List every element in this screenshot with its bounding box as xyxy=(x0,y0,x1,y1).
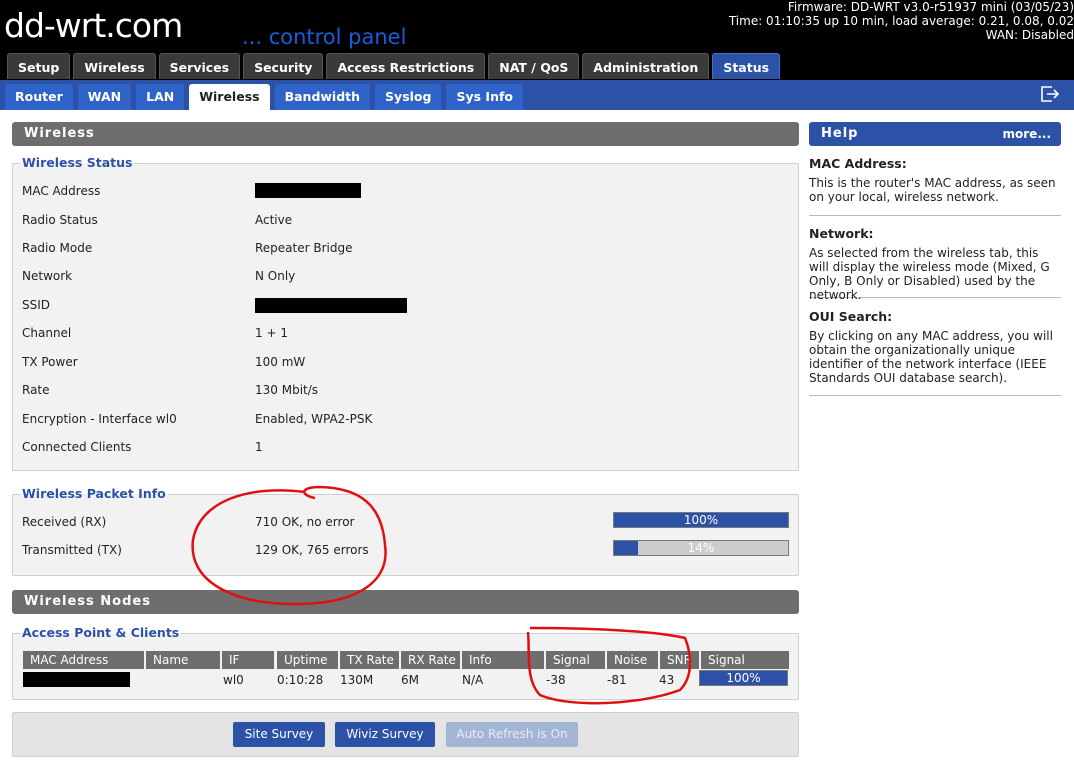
col-tx-rate[interactable]: TX Rate xyxy=(340,651,399,669)
logout-icon[interactable] xyxy=(1040,85,1060,103)
row-label-tx-power: TX Power xyxy=(22,355,78,369)
firmware-text: Firmware: DD-WRT v3.0-r51937 mini (03/05… xyxy=(787,0,1074,14)
row-value-network: N Only xyxy=(255,269,296,283)
router-info: Firmware: DD-WRT v3.0-r51937 mini (03/05… xyxy=(729,0,1074,42)
row-label-rate: Rate xyxy=(22,383,50,397)
subtab-wireless[interactable]: Wireless xyxy=(189,84,270,110)
wireless-nodes-header: Wireless Nodes xyxy=(12,590,799,614)
help-network-text: As selected from the wireless tab, this … xyxy=(809,246,1050,302)
main-tabs: Setup Wireless Services Security Access … xyxy=(7,53,783,80)
subtab-router[interactable]: Router xyxy=(5,84,73,110)
help-network-heading: Network: xyxy=(809,226,874,241)
signal-quality-bar: 100% xyxy=(699,670,788,686)
tx-progress-text: 14% xyxy=(687,541,715,555)
help-oui-text: By clicking on any MAC address, you will… xyxy=(809,329,1053,385)
uptime-text: Time: 01:10:35 up 10 min, load average: … xyxy=(728,14,1074,28)
cell-tx-rate: 130M xyxy=(340,673,374,687)
tab-nat-qos[interactable]: NAT / QoS xyxy=(488,53,580,79)
help-header: Help more... xyxy=(809,122,1061,146)
signal-quality-text: 100% xyxy=(726,671,761,685)
help-mac-section: MAC Address: This is the router's MAC ad… xyxy=(809,157,1061,216)
subtab-wan[interactable]: WAN xyxy=(77,84,132,110)
tab-wireless[interactable]: Wireless xyxy=(73,53,156,79)
cell-if: wl0 xyxy=(223,673,244,687)
row-value-radio-status: Active xyxy=(255,213,293,227)
col-uptime[interactable]: Uptime xyxy=(277,651,338,669)
row-value-clients: 1 xyxy=(255,440,263,454)
subtab-lan[interactable]: LAN xyxy=(136,84,185,110)
col-if[interactable]: IF xyxy=(222,651,274,669)
tx-value: 129 OK, 765 errors xyxy=(255,543,369,557)
col-snr[interactable]: SNR xyxy=(660,651,699,669)
header-bar: dd-wrt.com ... control panel Firmware: D… xyxy=(0,0,1074,80)
cell-snr: 43 xyxy=(659,673,675,687)
help-mac-heading: MAC Address: xyxy=(809,156,907,171)
row-label-encryption: Encryption - Interface wl0 xyxy=(22,412,177,426)
row-value-tx-power: 100 mW xyxy=(255,355,306,369)
row-label-mac: MAC Address xyxy=(22,184,101,198)
wireless-status-legend: Wireless Status xyxy=(20,155,135,171)
row-value-channel: 1 + 1 xyxy=(255,326,288,340)
cell-uptime: 0:10:28 xyxy=(277,673,324,687)
help-oui-heading: OUI Search: xyxy=(809,309,893,324)
dd-wrt-logo: dd-wrt.com xyxy=(4,6,183,45)
tab-access-restrictions[interactable]: Access Restrictions xyxy=(326,53,486,79)
row-value-rate: 130 Mbit/s xyxy=(255,383,319,397)
control-panel-tagline: ... control panel xyxy=(242,25,407,49)
packet-info-legend: Wireless Packet Info xyxy=(20,486,168,502)
cell-noise: -81 xyxy=(607,673,627,687)
auto-refresh-button[interactable]: Auto Refresh is On xyxy=(446,722,578,747)
cell-info: N/A xyxy=(462,673,484,687)
help-oui-section: OUI Search: By clicking on any MAC addre… xyxy=(809,310,1061,396)
sub-tabs: Router WAN LAN Wireless Bandwidth Syslog… xyxy=(5,84,528,110)
col-mac[interactable]: MAC Address xyxy=(23,651,144,669)
tab-status[interactable]: Status xyxy=(712,53,781,79)
tab-services[interactable]: Services xyxy=(158,53,241,79)
ap-clients-box: Access Point & Clients MAC Address Name … xyxy=(12,625,799,700)
wireless-status-box: Wireless Status MAC Address Radio Status… xyxy=(12,155,799,471)
nodes-table-header: MAC Address Name IF Uptime TX Rate RX Ra… xyxy=(23,651,789,685)
row-label-radio-mode: Radio Mode xyxy=(22,241,93,255)
wan-status-text: WAN: Disabled xyxy=(985,28,1074,42)
subtab-sysinfo[interactable]: Sys Info xyxy=(446,84,523,110)
site-survey-button[interactable]: Site Survey xyxy=(233,722,325,747)
help-title: Help xyxy=(821,126,859,141)
redacted-ssid xyxy=(255,298,407,313)
subtab-bandwidth[interactable]: Bandwidth xyxy=(274,84,371,110)
help-mac-text: This is the router's MAC address, as see… xyxy=(809,176,1056,204)
rx-label: Received (RX) xyxy=(22,515,107,529)
redacted-mac xyxy=(255,183,361,198)
rx-value: 710 OK, no error xyxy=(255,515,355,529)
row-label-clients: Connected Clients xyxy=(22,440,132,454)
tab-security[interactable]: Security xyxy=(243,53,324,79)
col-info[interactable]: Info xyxy=(462,651,544,669)
cell-signal: -38 xyxy=(546,673,566,687)
row-label-channel: Channel xyxy=(22,326,72,340)
tx-progress-bar: 14% xyxy=(613,540,789,556)
rx-progress-text: 100% xyxy=(683,513,719,527)
tx-label: Transmitted (TX) xyxy=(22,543,122,557)
wireless-section-header: Wireless xyxy=(12,122,799,146)
row-value-radio-mode: Repeater Bridge xyxy=(255,241,353,255)
tab-administration[interactable]: Administration xyxy=(582,53,710,79)
subtab-syslog[interactable]: Syslog xyxy=(375,84,442,110)
redacted-client-mac[interactable] xyxy=(23,672,130,687)
col-signal-quality[interactable]: Signal Quality xyxy=(701,651,789,685)
col-name[interactable]: Name xyxy=(146,651,220,669)
row-value-encryption: Enabled, WPA2-PSK xyxy=(255,412,373,426)
packet-info-box: Wireless Packet Info Received (RX) 710 O… xyxy=(12,486,799,576)
row-label-radio-status: Radio Status xyxy=(22,213,98,227)
tab-setup[interactable]: Setup xyxy=(7,53,71,79)
col-noise[interactable]: Noise xyxy=(607,651,658,669)
row-label-ssid: SSID xyxy=(22,298,51,312)
ap-clients-legend: Access Point & Clients xyxy=(20,625,182,641)
rx-progress-bar: 100% xyxy=(613,512,789,528)
col-signal[interactable]: Signal xyxy=(546,651,605,669)
help-network-section: Network: As selected from the wireless t… xyxy=(809,226,1061,302)
wiviz-survey-button[interactable]: Wiviz Survey xyxy=(335,722,435,747)
row-label-network: Network xyxy=(22,269,73,283)
cell-rx-rate: 6M xyxy=(401,673,419,687)
col-rx-rate[interactable]: RX Rate xyxy=(401,651,460,669)
help-more-link[interactable]: more... xyxy=(1003,122,1051,146)
